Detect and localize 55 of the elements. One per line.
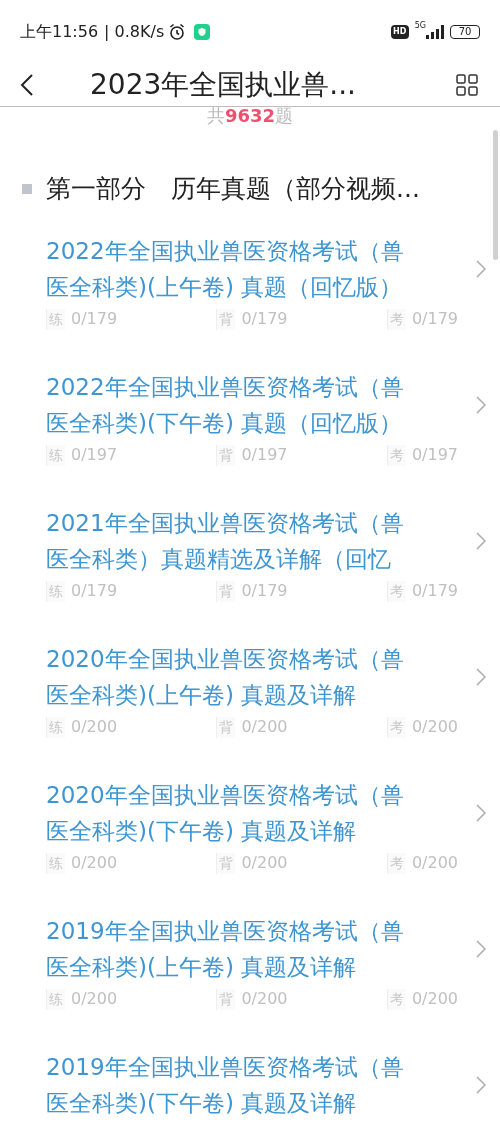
chevron-right-icon — [476, 532, 486, 550]
chapter-title-line: 医全科类)(下午卷) 真题及详解 — [46, 1089, 358, 1118]
chapter-title-line: 2022年全国执业兽医资格考试（兽 — [46, 237, 404, 266]
chevron-right-icon — [476, 940, 486, 958]
stat-value: 0/200 — [241, 852, 288, 874]
alarm-icon — [168, 23, 187, 41]
section-title: 第一部分 历年真题（部分视频... — [46, 173, 420, 206]
stat-value: 0/200 — [411, 988, 458, 1010]
battery-indicator: 70 — [450, 25, 480, 39]
stat-value: 0/200 — [71, 988, 118, 1010]
grid-icon — [456, 74, 478, 96]
chevron-right-icon — [476, 396, 486, 414]
network-type: 5G — [414, 20, 426, 32]
back-icon — [20, 73, 34, 97]
stat-value: 0/197 — [71, 444, 118, 466]
chapter-title-line: 2022年全国执业兽医资格考试（兽 — [46, 373, 404, 402]
stat-value: 0/179 — [71, 580, 118, 602]
chevron-right-icon — [476, 1076, 486, 1094]
stat-value: 0/197 — [241, 444, 288, 466]
chevron-right-icon — [476, 804, 486, 822]
stat-value: 0/179 — [411, 308, 458, 330]
stat-value: 0/197 — [411, 444, 458, 466]
chapter-title-line: 2019年全国执业兽医资格考试（兽 — [46, 1053, 404, 1082]
chapter-title-line: 医全科类)(上午卷) 真题及详解 — [46, 681, 358, 710]
chapter-title-line: 医全科类)(下午卷) 真题及详解 — [46, 817, 358, 846]
chapter-title-line: 医全科类）真题精选及详解（回忆 — [46, 545, 392, 574]
chapter-title-line: 2020年全国执业兽医资格考试（兽 — [46, 781, 404, 810]
stat-value: 0/200 — [241, 716, 288, 738]
chapter-title-line: 医全科类)(上午卷) 真题（回忆版） — [46, 273, 404, 302]
status-time: 上午11:56 — [20, 21, 99, 43]
chevron-right-icon — [476, 260, 486, 278]
shield-app-icon — [194, 24, 211, 40]
section-bullet-icon — [22, 184, 32, 194]
question-count: 共9632题 — [206, 105, 294, 127]
grid-menu-button[interactable] — [456, 73, 480, 97]
chapter-title-line: 2020年全国执业兽医资格考试（兽 — [46, 645, 404, 674]
hd-badge: HD — [390, 25, 409, 39]
chapter-title-line: 医全科类)(下午卷) 真题（回忆版） — [46, 409, 404, 438]
chapter-item[interactable]: 2019年全国执业兽医资格考试（兽 医全科类)(下午卷) 真题及详解 — [0, 1049, 500, 1122]
stat-value: 0/179 — [71, 308, 118, 330]
stat-value: 0/200 — [411, 716, 458, 738]
stat-value: 0/179 — [411, 580, 458, 602]
stat-value: 0/200 — [71, 716, 118, 738]
page-title: 2023年全国执业兽... — [90, 67, 356, 103]
stat-value: 0/179 — [241, 308, 288, 330]
stat-value: 0/200 — [241, 988, 288, 1010]
network-speed: | 0.8K/s — [104, 21, 165, 43]
chapter-title-line: 医全科类)(上午卷) 真题及详解 — [46, 953, 358, 982]
stat-value: 0/200 — [411, 852, 458, 874]
stat-value: 0/200 — [71, 852, 118, 874]
chapter-title-line: 2019年全国执业兽医资格考试（兽 — [46, 917, 404, 946]
stat-value: 0/179 — [241, 580, 288, 602]
chevron-right-icon — [476, 668, 486, 686]
signal-icon — [426, 25, 444, 39]
chapter-title-line: 2021年全国执业兽医资格考试（兽 — [46, 509, 404, 538]
